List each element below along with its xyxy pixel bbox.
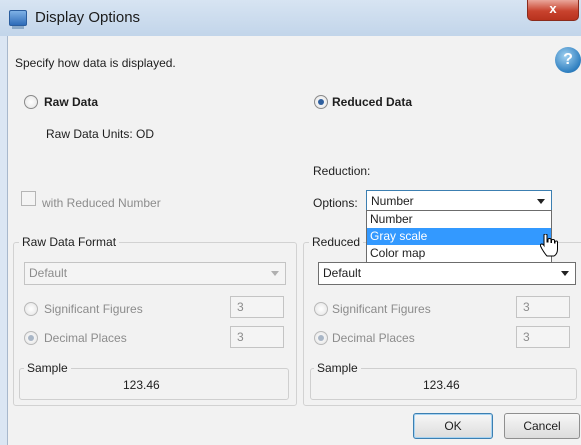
raw-data-units: Raw Data Units: OD [46,127,155,141]
reduced-sig-fig-input[interactable]: 3 [516,296,570,318]
help-icon[interactable]: ? [555,47,581,73]
reduced-number-checkbox[interactable] [21,191,36,206]
raw-decimal-radio[interactable] [24,331,38,345]
reduction-label: Reduction: [313,164,371,178]
raw-decimal-value: 3 [237,330,244,344]
raw-sample-value: 123.46 [123,378,160,392]
reduced-data-radio[interactable] [314,95,328,109]
raw-sample-legend: Sample [24,361,71,375]
reduced-decimal-radio[interactable] [314,331,328,345]
raw-decimal-input[interactable]: 3 [230,326,284,348]
raw-sig-fig-input[interactable]: 3 [230,296,284,318]
window-title: Display Options [35,9,141,26]
reduced-data-label: Reduced Data [332,95,413,109]
raw-sig-fig-label: Significant Figures [44,302,143,316]
dropdown-item-color-map[interactable]: Color map [367,245,551,262]
reduced-number-label: with Reduced Number [42,196,161,210]
dropdown-item-gray-scale[interactable]: Gray scale [367,228,551,245]
raw-format-legend: Raw Data Format [19,235,120,249]
reduced-decimal-value: 3 [523,330,530,344]
reduced-decimal-label: Decimal Places [332,331,415,345]
raw-data-label: Raw Data [44,95,99,109]
raw-decimal-label: Decimal Places [44,331,127,345]
raw-sig-fig-value: 3 [237,300,244,314]
dropdown-item-number[interactable]: Number [367,211,551,228]
reduced-sample-legend: Sample [314,361,361,375]
intro-text: Specify how data is displayed. [15,56,176,70]
options-label: Options: [313,196,358,210]
reduced-sample-value: 123.46 [423,378,460,392]
title-bar: Display Options x [0,0,581,36]
raw-format-value: Default [29,266,68,280]
display-options-window: Display Options x Specify how data is di… [0,0,581,445]
reduced-decimal-input[interactable]: 3 [516,326,570,348]
reduced-format-legend: Reduced [309,235,364,249]
raw-format-select[interactable]: Default [24,262,286,285]
options-dropdown-list: Number Gray scale Color map [366,210,552,263]
reduced-sig-fig-value: 3 [523,300,530,314]
raw-data-radio[interactable] [24,95,38,109]
reduced-sig-fig-label: Significant Figures [332,302,431,316]
raw-sig-fig-radio[interactable] [24,302,38,316]
chevron-down-icon [271,271,279,276]
cancel-button[interactable]: Cancel [504,413,580,439]
chevron-down-icon [537,199,545,204]
chevron-down-icon [561,271,569,276]
ok-button[interactable]: OK [413,413,493,439]
reduced-format-select[interactable]: Default [318,262,576,285]
close-button[interactable]: x [527,0,579,21]
reduced-format-value: Default [323,266,362,280]
window-icon [9,10,27,29]
options-value: Number [371,194,414,208]
reduced-sig-fig-radio[interactable] [314,302,328,316]
